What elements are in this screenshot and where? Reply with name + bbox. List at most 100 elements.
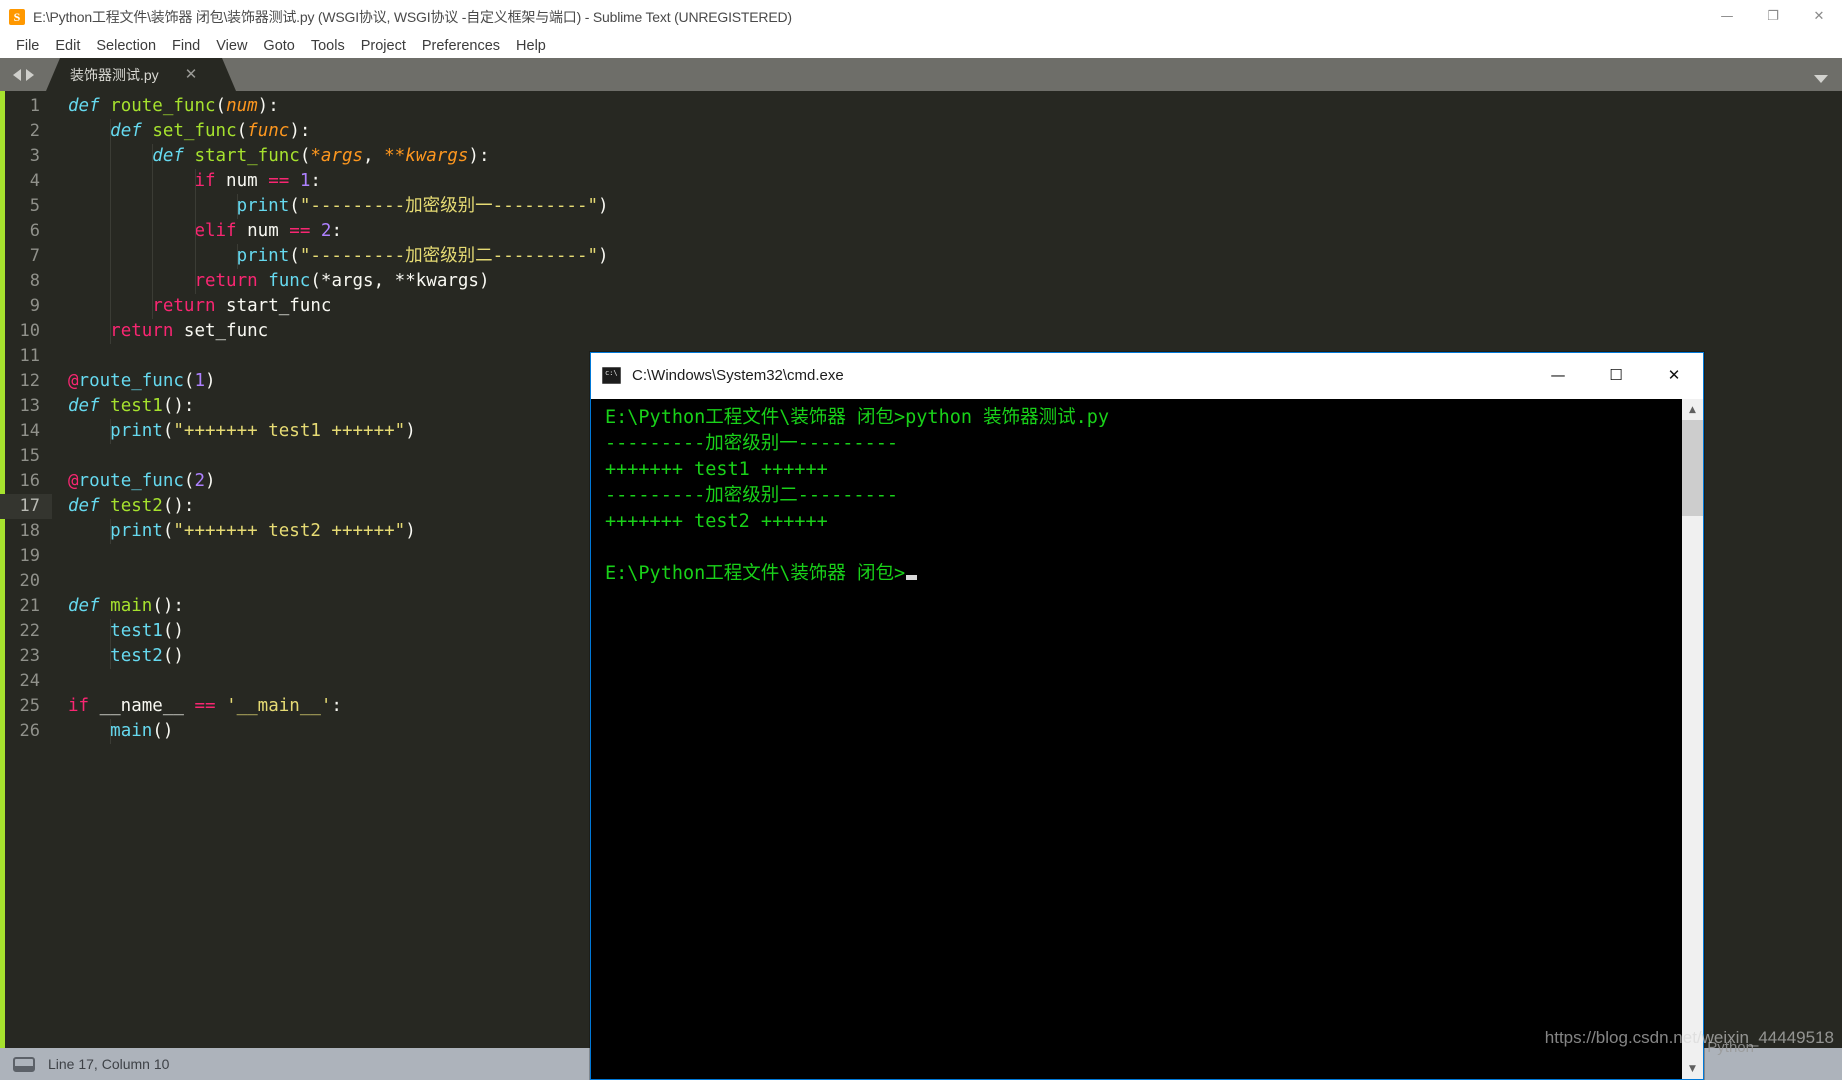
tab-navigation-arrows[interactable] (0, 58, 46, 91)
code-token: def (68, 496, 100, 516)
line-number: 4 (29, 171, 40, 191)
code-token: : (310, 171, 321, 191)
menu-item-find[interactable]: Find (164, 36, 208, 56)
code-token: ( (299, 146, 311, 166)
line-number: 16 (19, 471, 40, 491)
line-number: 6 (29, 221, 40, 241)
code-token: ) (468, 146, 479, 166)
code-token: *args (320, 271, 374, 291)
code-line[interactable]: 7 print("---------加密级别二---------") (0, 244, 1842, 269)
code-token: () (162, 646, 184, 666)
scroll-down-icon[interactable]: ▼ (1682, 1058, 1703, 1079)
code-token: 1 (299, 171, 311, 191)
arrow-right-icon[interactable] (25, 68, 34, 81)
maximize-icon: ❐ (1767, 9, 1779, 24)
code-token: : (331, 221, 342, 241)
code-line[interactable]: 9 return start_func (0, 294, 1842, 319)
line-number: 13 (19, 396, 40, 416)
window-title: E:\Python工程文件\装饰器 闭包\装饰器测试.py (WSGI协议, W… (33, 8, 792, 25)
arrow-left-icon[interactable] (12, 68, 21, 81)
code-token: , (363, 146, 385, 166)
editor-tab[interactable]: 装饰器测试.py ✕ (46, 58, 236, 91)
code-line-text: print("---------加密级别二---------") (52, 244, 1842, 269)
minimize-button[interactable]: — (1704, 0, 1750, 33)
close-icon[interactable]: ✕ (185, 67, 198, 82)
code-line[interactable]: 5 print("---------加密级别一---------") (0, 194, 1842, 219)
window-controls: — ❐ ✕ (1704, 0, 1842, 33)
code-line-text: def set_func(func): (52, 119, 1842, 144)
code-token: ) (205, 471, 216, 491)
code-token: test1 (110, 621, 163, 641)
scroll-up-icon[interactable]: ▲ (1682, 399, 1703, 420)
menu-bar: File Edit Selection Find View Goto Tools Projec… (0, 33, 1842, 58)
code-token: ) (257, 96, 269, 116)
code-token: @ (68, 371, 79, 391)
menu-item-tools[interactable]: Tools (303, 36, 353, 56)
menu-item-preferences[interactable]: Preferences (414, 36, 508, 56)
cmd-maximize-button[interactable]: ☐ (1587, 353, 1645, 399)
code-line[interactable]: 6 elif num == 2: (0, 219, 1842, 244)
chevron-down-icon[interactable] (1814, 75, 1828, 83)
code-token: 2 (320, 221, 332, 241)
cmd-window[interactable]: C:\Windows\System32\cmd.exe — ☐ ✕ E:\Pyt… (590, 352, 1704, 1080)
code-line-text: return set_func (52, 319, 1842, 344)
menu-item-selection[interactable]: Selection (88, 36, 164, 56)
code-token: ( (310, 271, 321, 291)
cmd-window-controls: — ☐ ✕ (1529, 353, 1703, 399)
code-token: ( (236, 121, 248, 141)
line-number: 21 (19, 596, 40, 616)
code-token: def (68, 596, 100, 616)
code-token: == (268, 171, 290, 191)
indent-guide (110, 619, 112, 669)
cmd-close-button[interactable]: ✕ (1645, 353, 1703, 399)
panel-icon[interactable] (13, 1056, 35, 1072)
cmd-minimize-button[interactable]: — (1529, 353, 1587, 399)
cmd-scrollbar[interactable]: ▲ ▼ (1682, 399, 1703, 1079)
title-bar: E:\Python工程文件\装饰器 闭包\装饰器测试.py (WSGI协议, W… (0, 0, 1842, 33)
code-token: def (68, 396, 100, 416)
code-token: set_func (173, 321, 269, 341)
code-token: : (331, 696, 342, 716)
menu-item-file[interactable]: File (8, 36, 47, 56)
code-line[interactable]: 1 def route_func(num): (0, 94, 1842, 119)
code-token: "---------加密级别二---------" (299, 246, 599, 266)
menu-item-edit[interactable]: Edit (47, 36, 88, 56)
menu-item-view[interactable]: View (208, 36, 255, 56)
code-token: return (152, 296, 216, 316)
code-token: : (299, 121, 311, 141)
close-button[interactable]: ✕ (1796, 0, 1842, 33)
menu-item-goto[interactable]: Goto (255, 36, 302, 56)
code-line-text: elif num == 2: (52, 219, 1842, 244)
code-line[interactable]: 10 return set_func (0, 319, 1842, 344)
cmd-console-body[interactable]: E:\Python工程文件\装饰器 闭包>python 装饰器测试.py ----… (591, 399, 1703, 1079)
line-number: 18 (19, 521, 40, 541)
code-token: ) (289, 121, 300, 141)
line-number: 9 (29, 296, 40, 316)
line-number: 17 (0, 494, 52, 519)
scrollbar-track[interactable] (1682, 516, 1703, 1058)
code-line[interactable]: 3 def start_func(*args, **kwargs): (0, 144, 1842, 169)
code-line[interactable]: 4 if num == 1: (0, 169, 1842, 194)
code-line-text: if num == 1: (52, 169, 1842, 194)
code-token: set_func (152, 121, 237, 141)
editor-tab-label: 装饰器测试.py (70, 66, 159, 83)
indent-guide (110, 119, 112, 344)
code-token: num (215, 171, 269, 191)
menu-item-project[interactable]: Project (353, 36, 414, 56)
menu-item-help[interactable]: Help (508, 36, 554, 56)
cmd-window-title: C:\Windows\System32\cmd.exe (632, 367, 844, 384)
indent-guide (236, 244, 238, 269)
code-line[interactable]: 8 return func(*args, **kwargs) (0, 269, 1842, 294)
code-token: , (373, 271, 395, 291)
code-line[interactable]: 2 def set_func(func): (0, 119, 1842, 144)
scrollbar-thumb[interactable] (1682, 420, 1703, 516)
code-token: return (194, 271, 258, 291)
maximize-button[interactable]: ❐ (1750, 0, 1796, 33)
